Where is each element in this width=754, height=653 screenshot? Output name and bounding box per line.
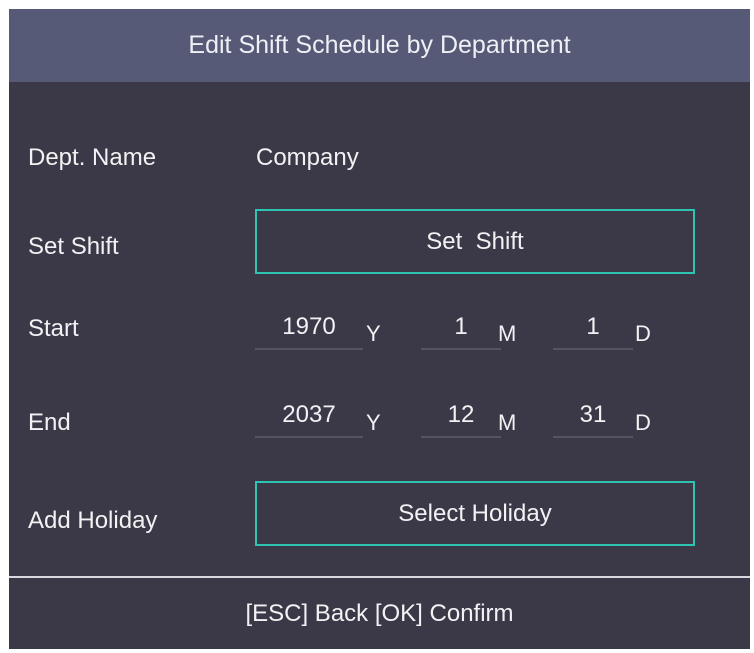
set-shift-label: Set Shift bbox=[28, 233, 119, 260]
start-year-field[interactable]: 1970 bbox=[255, 306, 363, 350]
add-holiday-label: Add Holiday bbox=[28, 507, 158, 534]
end-year-field[interactable]: 2037 bbox=[255, 394, 363, 438]
end-day-unit: D bbox=[635, 410, 651, 435]
end-day-field[interactable]: 31 bbox=[553, 394, 633, 438]
start-day-unit: D bbox=[635, 321, 651, 346]
start-label: Start bbox=[28, 315, 79, 342]
dept-name-label: Dept. Name bbox=[28, 144, 157, 171]
start-month-unit: M bbox=[498, 321, 517, 346]
start-year-unit: Y bbox=[366, 321, 381, 346]
set-shift-button[interactable]: Set Shift bbox=[255, 209, 695, 274]
end-year-unit: Y bbox=[366, 410, 381, 435]
start-month-field[interactable]: 1 bbox=[421, 306, 501, 350]
select-holiday-button-label: Select Holiday bbox=[398, 499, 552, 527]
edit-shift-schedule-screen: Edit Shift Schedule by Department Dept. … bbox=[9, 9, 750, 649]
start-day-field[interactable]: 1 bbox=[553, 306, 633, 350]
end-month-field[interactable]: 12 bbox=[421, 394, 501, 438]
dept-name-value: Company bbox=[256, 144, 359, 171]
end-label: End bbox=[28, 409, 71, 436]
end-month-unit: M bbox=[498, 410, 517, 435]
page-title: Edit Shift Schedule by Department bbox=[9, 9, 750, 82]
footer-hint: [ESC] Back [OK] Confirm bbox=[245, 599, 514, 627]
select-holiday-button[interactable]: Select Holiday bbox=[255, 481, 695, 546]
set-shift-button-label: Set Shift bbox=[426, 227, 524, 255]
